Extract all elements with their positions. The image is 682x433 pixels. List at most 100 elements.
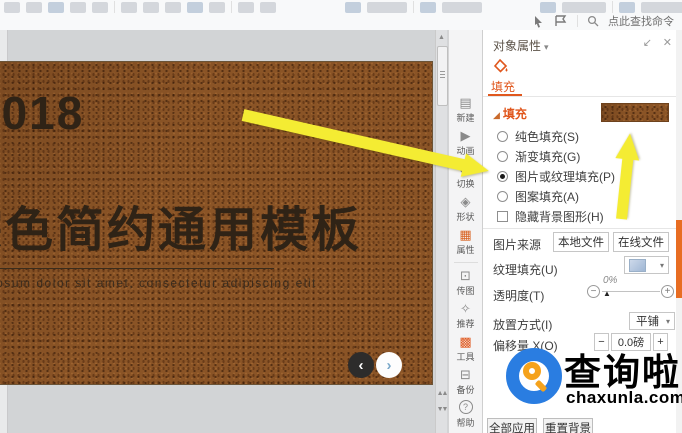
- flag-icon[interactable]: [554, 15, 568, 27]
- toolbar-icon[interactable]: [187, 2, 203, 13]
- sidebar-item-tools[interactable]: ▩ 工具: [449, 334, 483, 363]
- properties-icon: ▦: [459, 228, 471, 241]
- toolbar-icon[interactable]: [260, 2, 276, 13]
- prev-slide-nav-button[interactable]: ‹: [348, 352, 374, 378]
- checkbox-icon[interactable]: [497, 211, 508, 222]
- toolbar-separator: [231, 1, 232, 13]
- new-slide-icon: ▤: [459, 96, 471, 109]
- local-file-button[interactable]: 本地文件: [553, 232, 609, 252]
- toolbar-icon[interactable]: [121, 2, 137, 13]
- sidebar-item-upload-image[interactable]: ⊡ 传图: [449, 268, 483, 297]
- reset-background-button[interactable]: 重置背景: [543, 418, 593, 433]
- sidebar-item-properties[interactable]: ▦ 属性: [449, 228, 483, 257]
- apply-all-button[interactable]: 全部应用: [487, 418, 537, 433]
- toolbar-icon[interactable]: [143, 2, 159, 13]
- next-slide-scroll-button[interactable]: ▼▼: [436, 404, 447, 416]
- fill-option-picture-texture[interactable]: 图片或纹理填充(P): [497, 168, 615, 185]
- slide-canvas: 2018 棕色简约通用模板 ipsum dolor sit amet, cons…: [0, 30, 448, 433]
- online-file-button[interactable]: 在线文件: [613, 232, 669, 252]
- transparency-decrease-icon[interactable]: −: [587, 285, 600, 298]
- toolbar-separator: [114, 1, 115, 13]
- placement-value: 平铺: [636, 313, 659, 329]
- radio-icon[interactable]: [497, 151, 508, 162]
- panel-title-text: 对象属性: [493, 39, 541, 53]
- shapes-icon: ◈: [461, 195, 471, 208]
- panel-restore-icon[interactable]: ↙: [643, 36, 652, 49]
- transparency-increase-icon[interactable]: +: [661, 285, 674, 298]
- toolbar-icon[interactable]: [165, 2, 181, 13]
- pointer-select-icon[interactable]: [532, 15, 545, 28]
- fill-option-label: 纯色填充(S): [515, 128, 579, 145]
- fill-option-solid[interactable]: 纯色填充(S): [497, 128, 579, 145]
- sidebar-item-label: 帮助: [456, 416, 474, 429]
- chaxunla-logo-icon: [506, 348, 562, 404]
- sidebar-item-help[interactable]: ? 帮助: [449, 400, 483, 429]
- toolbar-divider: [454, 262, 478, 263]
- toolbar-icon[interactable]: [540, 2, 556, 13]
- sidebar-item-label: 形状: [456, 210, 474, 223]
- toolbar-icon[interactable]: [92, 2, 108, 13]
- canvas-scrollbar[interactable]: ▲ ▲▲ ▼▼: [435, 30, 447, 433]
- radio-icon[interactable]: [497, 191, 508, 202]
- slide-title-text[interactable]: 棕色简约通用模板: [0, 190, 362, 260]
- toolbar-icon[interactable]: [420, 2, 436, 13]
- fill-option-gradient[interactable]: 渐变填充(G): [497, 148, 580, 165]
- toolbar-separator: [577, 15, 578, 27]
- ribbon-icon-group-design: [540, 0, 682, 13]
- toolbar-icon[interactable]: [345, 2, 361, 13]
- transparency-slider-marker[interactable]: ▲: [603, 289, 611, 298]
- search-icon[interactable]: [587, 15, 599, 27]
- panel-title[interactable]: 对象属性▾: [493, 37, 549, 54]
- panel-close-icon[interactable]: ✕: [663, 36, 672, 49]
- previous-slide-scroll-button[interactable]: ▲▲: [436, 388, 447, 400]
- radio-selected-icon[interactable]: [497, 171, 508, 182]
- texture-fill-label: 纹理填充(U): [493, 261, 558, 278]
- toolbar-icon[interactable]: [4, 2, 20, 13]
- toolbar-icon[interactable]: [70, 2, 86, 13]
- toolbar-icon[interactable]: [442, 2, 482, 13]
- panel-scrollbar-thumb[interactable]: [676, 220, 682, 298]
- panel-divider: [483, 96, 682, 97]
- sidebar-item-recommend[interactable]: ✧ 推荐: [449, 301, 483, 330]
- fill-section-label: 填充: [503, 107, 527, 121]
- hide-background-checkbox-row[interactable]: 隐藏背景图形(H): [497, 208, 604, 225]
- scroll-up-icon[interactable]: ▲: [436, 32, 447, 44]
- placement-label: 放置方式(I): [493, 316, 552, 333]
- texture-preview-swatch[interactable]: [601, 103, 669, 122]
- toolbar-separator: [612, 1, 613, 13]
- toolbar-icon[interactable]: [367, 2, 407, 13]
- next-slide-nav-button[interactable]: ›: [376, 352, 402, 378]
- scrollbar-thumb[interactable]: [437, 46, 448, 106]
- slide[interactable]: 2018 棕色简约通用模板 ipsum dolor sit amet, cons…: [0, 62, 432, 384]
- sidebar-item-new[interactable]: ▤ 新建: [449, 96, 483, 125]
- sidebar-item-shapes[interactable]: ◈ 形状: [449, 195, 483, 224]
- toolbar-icon[interactable]: [641, 2, 682, 13]
- arrow-head: [615, 132, 642, 160]
- fill-option-label: 图案填充(A): [515, 188, 579, 205]
- slide-subtitle-text[interactable]: ipsum dolor sit amet, consectetur adipis…: [0, 276, 317, 290]
- placement-dropdown[interactable]: 平铺 ▾: [629, 312, 675, 330]
- radio-icon[interactable]: [497, 131, 508, 142]
- toolbar-icon[interactable]: [48, 2, 64, 13]
- fill-bucket-icon[interactable]: [493, 58, 511, 75]
- toolbar-icon[interactable]: [562, 2, 606, 13]
- animation-icon: ▶: [461, 129, 471, 142]
- toolbar-icon[interactable]: [26, 2, 42, 13]
- arrow-body: [616, 159, 633, 220]
- texture-fill-dropdown[interactable]: ▾: [624, 256, 669, 274]
- transparency-label: 透明度(T): [493, 287, 544, 304]
- find-command-text[interactable]: 点此查找命令: [608, 13, 674, 29]
- toolbar-icon[interactable]: [619, 2, 635, 13]
- ribbon-icon-group-clipboard: [4, 0, 276, 13]
- toolbar-icon[interactable]: [209, 2, 225, 13]
- panel-divider: [483, 228, 682, 229]
- toolbar-separator: [413, 1, 414, 13]
- slide-year-text[interactable]: 2018: [0, 86, 84, 140]
- sidebar-item-backup[interactable]: ⊟ 备份: [449, 367, 483, 396]
- fill-section-header[interactable]: ◢填充: [493, 105, 527, 122]
- sidebar-item-label: 新建: [456, 111, 474, 124]
- toolbar-icon[interactable]: [238, 2, 254, 13]
- fill-option-pattern[interactable]: 图案填充(A): [497, 188, 579, 205]
- sidebar-item-label: 推荐: [456, 317, 474, 330]
- tab-fill[interactable]: 填充: [491, 78, 515, 95]
